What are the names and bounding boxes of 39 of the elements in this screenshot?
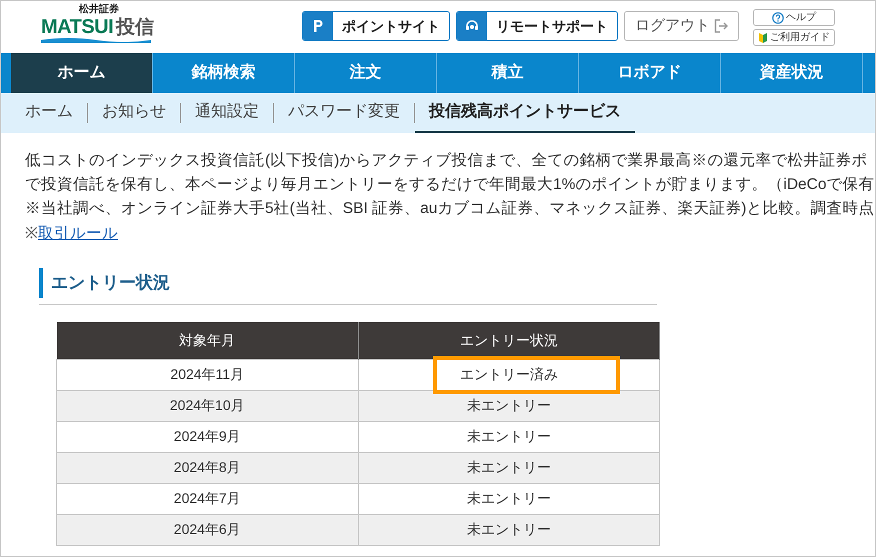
sub-nav-tab[interactable]: パスワード変更 [274, 93, 414, 133]
table-cell: 2024年7月 [56, 483, 358, 514]
sub-nav-tab[interactable]: 投信残高ポイントサービス [415, 93, 635, 133]
table-cell: 未エントリー [358, 390, 660, 421]
table-cell: 2024年9月 [56, 421, 358, 452]
section-title: エントリー状況 [39, 268, 657, 298]
p-letter-icon [312, 19, 324, 33]
table-cell: 未エントリー [358, 514, 660, 545]
point-site-button[interactable]: ポイントサイト [302, 11, 450, 41]
help-button[interactable]: ヘルプ [753, 9, 835, 26]
intro-text: ※当社調べ、オンライン証券大手5社(当社、SBI 証券、auカブコム証券、マネックス証券、楽天証券)と比較。調査時点 [25, 199, 874, 219]
note-mark: ※ [25, 224, 38, 244]
table-cell: 2024年8月 [56, 452, 358, 483]
table-cell: 未エントリー [358, 483, 660, 514]
logo-brand: MATSUI [41, 17, 114, 37]
remote-support-button[interactable]: リモートサポート [456, 11, 618, 41]
guide-button[interactable]: ご利用ガイド [753, 29, 835, 46]
table-cell: 未エントリー [358, 421, 660, 452]
question-icon [772, 12, 784, 24]
beginner-mark-icon [758, 32, 768, 44]
rules-link[interactable]: 取引ルール [38, 222, 118, 246]
exit-icon [714, 19, 728, 33]
logo-product: 投信 [116, 18, 154, 37]
sub-nav-tab[interactable]: ホーム [11, 93, 87, 133]
sub-nav-tab[interactable]: 通知設定 [181, 93, 273, 133]
logo-company: 松井証券 [79, 5, 119, 15]
table-cell: 2024年6月 [56, 514, 358, 545]
nav-tab[interactable]: ホーム [11, 53, 153, 93]
intro-text: 低コストのインデックス投資信託(以下投信)からアクティブ投信まで、全ての銘柄で業界最高※の還元率で松井証券ポ [25, 151, 868, 171]
table-cell: 2024年11月 [56, 359, 358, 390]
column-header: 対象年月 [56, 322, 358, 359]
intro-text: で投資信託を保有し、本ページより毎月エントリーをするだけで年間最大1%のポイントが貯まります。（iDeCoで保有 [25, 175, 874, 195]
logout-button[interactable]: ログアウト [624, 11, 739, 41]
sub-nav-tab[interactable]: お知らせ [88, 93, 180, 133]
wave-icon [41, 37, 151, 43]
table-cell: 2024年10月 [56, 390, 358, 421]
table-cell: 未エントリー [358, 452, 660, 483]
column-header: エントリー状況 [358, 322, 660, 359]
logo[interactable]: 松井証券 MATSUI投信 [41, 5, 171, 43]
